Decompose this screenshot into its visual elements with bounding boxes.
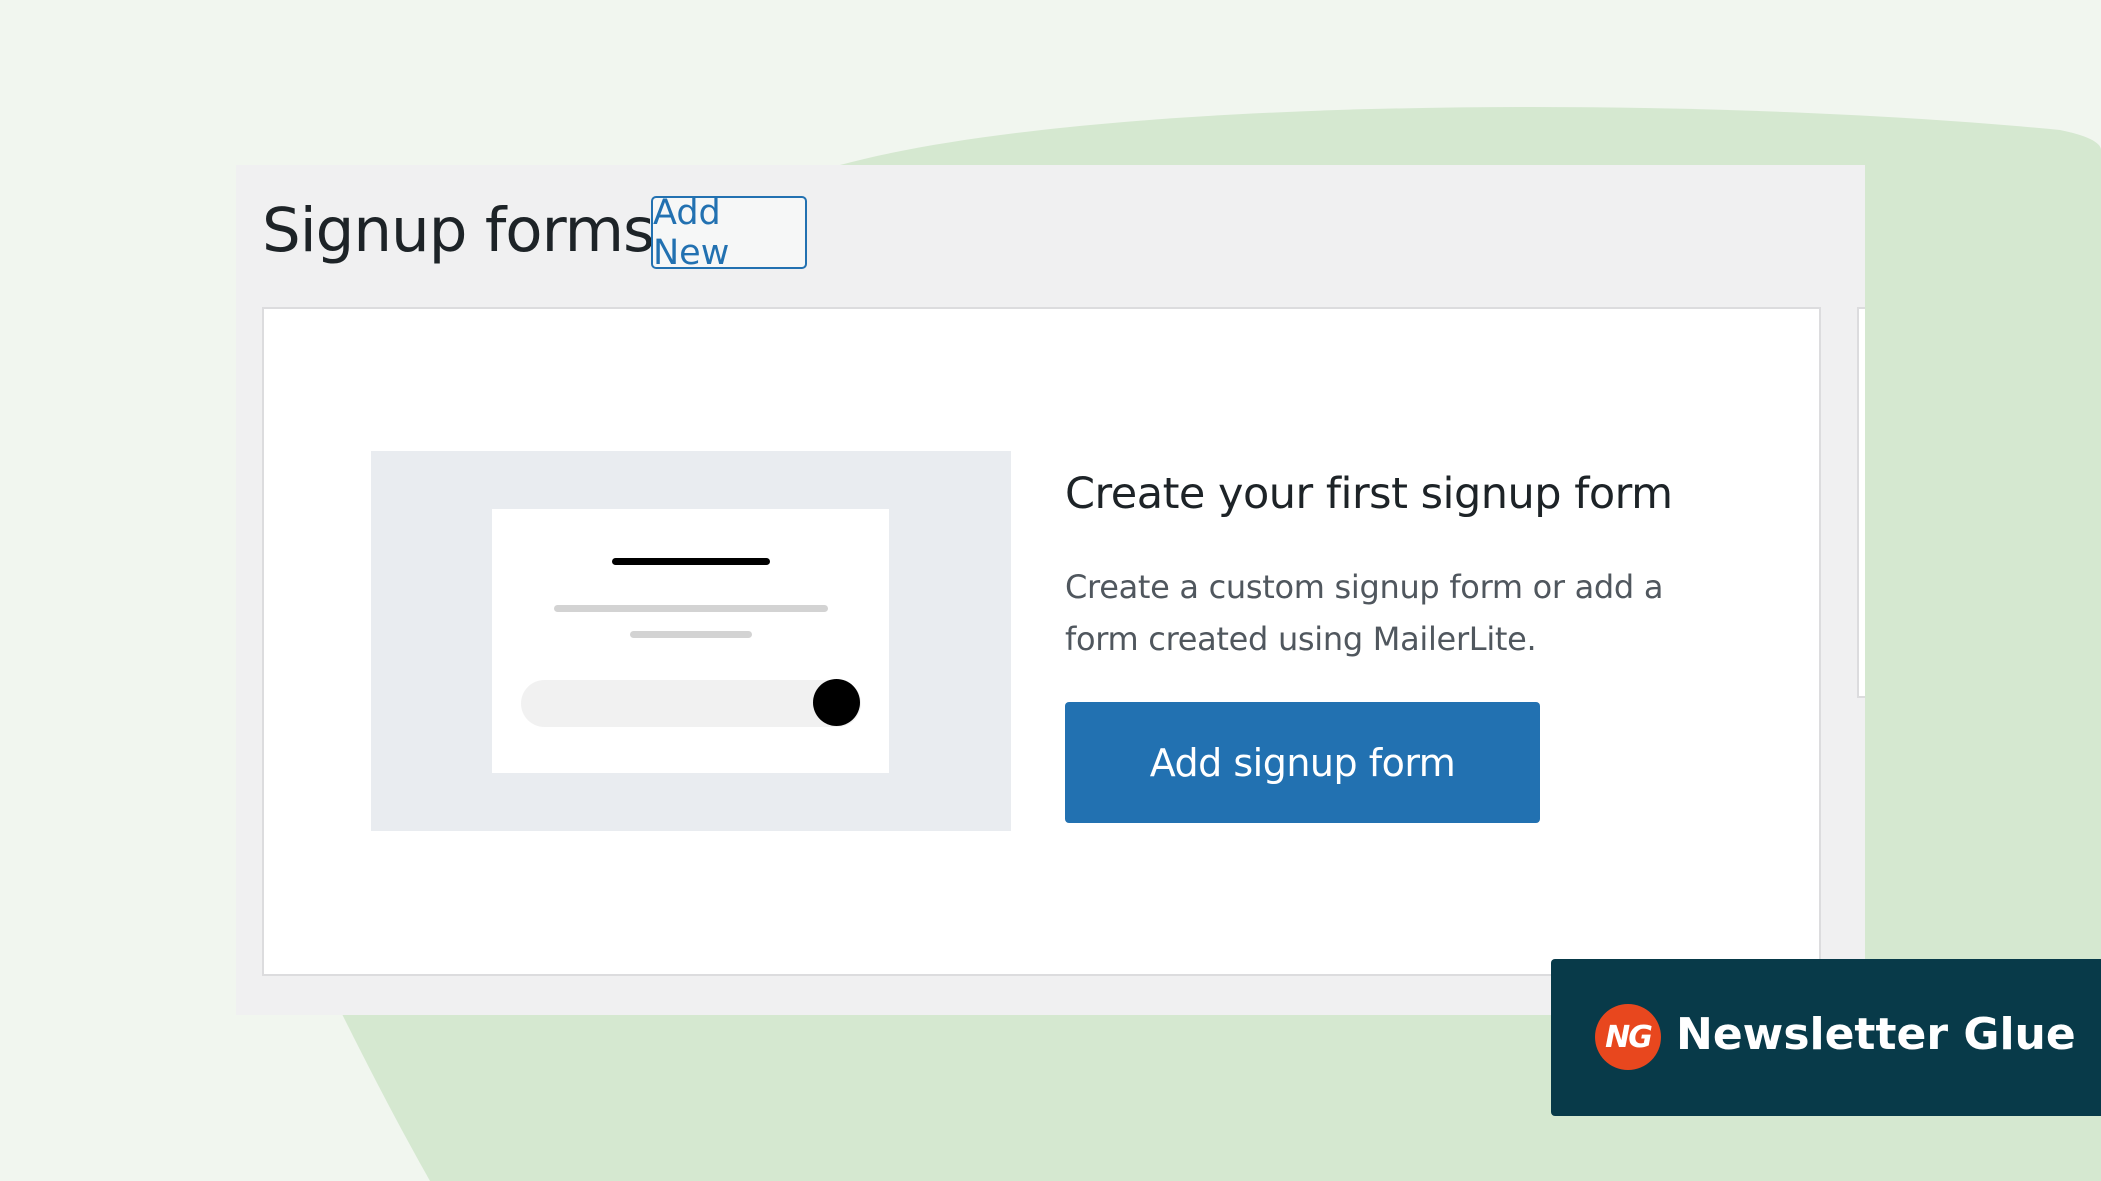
illustration-submit-dot [813,679,860,726]
brand-name: Newsletter Glue [1676,1009,2076,1060]
adjacent-card-edge [1857,307,1865,698]
page-title: Signup forms [262,195,655,266]
newsletter-glue-logo-icon: NG [1595,1004,1661,1070]
illustration-input-pill [521,680,861,727]
signup-form-illustration [371,451,1011,831]
empty-state-heading: Create your first signup form [1065,469,1673,519]
signup-forms-panel: Signup forms Add New Create your first s… [236,165,1865,1015]
illustration-text-line-short [630,631,752,638]
illustration-form-card [492,509,889,773]
add-signup-form-button[interactable]: Add signup form [1065,702,1540,823]
empty-state-card: Create your first signup form Create a c… [262,307,1821,976]
add-new-button[interactable]: Add New [651,193,807,273]
empty-state-description: Create a custom signup form or add a for… [1065,568,1664,658]
illustration-text-line [554,605,828,612]
illustration-title-line [612,558,770,565]
brand-badge: NG Newsletter Glue [1551,959,2101,1116]
